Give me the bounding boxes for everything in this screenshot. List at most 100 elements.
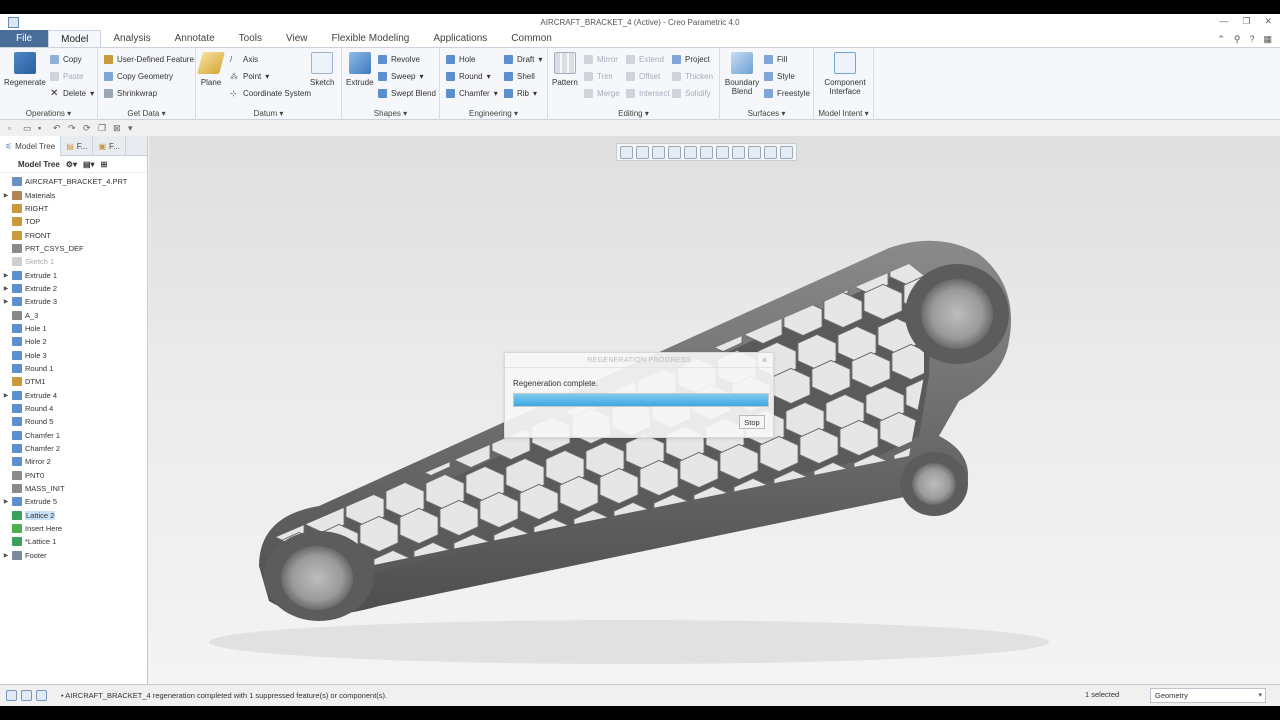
expand-arrow-icon[interactable]: ▶ (0, 192, 12, 199)
rib-button[interactable]: Rib ▾ (504, 89, 537, 98)
selection-filter-select[interactable]: Geometry ▾ (1150, 688, 1266, 703)
tab-view[interactable]: View (274, 30, 320, 47)
axis-button[interactable]: / Axis (230, 55, 258, 64)
operations-group-label[interactable]: Operations ▾ (0, 109, 97, 118)
tab-favorites[interactable]: ▣ F... (93, 136, 126, 156)
tree-item[interactable]: *Lattice 1 (0, 535, 147, 548)
redo-icon[interactable]: ↷ (68, 123, 78, 133)
new-file-icon[interactable]: ▫ (8, 123, 18, 133)
tree-item[interactable]: ▶ Extrude 4 (0, 389, 147, 402)
expand-arrow-icon[interactable]: ▶ (0, 552, 12, 559)
tab-file[interactable]: File (0, 30, 49, 47)
tree-item[interactable]: ▶ Extrude 1 (0, 268, 147, 281)
tree-item[interactable]: Insert Here (0, 522, 147, 535)
boundary-blend-button[interactable]: Boundary Blend (724, 52, 760, 96)
offset-button[interactable]: Offset (626, 72, 660, 81)
creo-app-icon[interactable] (8, 17, 19, 28)
tree-item[interactable]: ▶ Materials (0, 188, 147, 201)
grid-icon[interactable]: ▦ (1263, 34, 1272, 45)
tree-item[interactable]: MASS_INIT (0, 482, 147, 495)
model-intent-group-label[interactable]: Model Intent ▾ (814, 109, 873, 118)
tree-item[interactable]: TOP (0, 215, 147, 228)
delete-button[interactable]: ✕ Delete ▾ (50, 89, 94, 99)
tree-item[interactable]: Round 1 (0, 362, 147, 375)
copy-button[interactable]: Copy (50, 55, 82, 64)
undo-icon[interactable]: ↶ (53, 123, 63, 133)
tree-item[interactable]: Chamfer 1 (0, 429, 147, 442)
get-data-group-label[interactable]: Get Data ▾ (98, 109, 195, 118)
extrude-button[interactable]: Extrude (346, 52, 374, 87)
sketch-button[interactable]: Sketch (310, 52, 334, 87)
revolve-button[interactable]: Revolve (378, 55, 420, 64)
tab-flexible-modeling[interactable]: Flexible Modeling (320, 30, 422, 47)
plane-button[interactable]: Plane (197, 52, 225, 87)
tree-item[interactable]: ▶ Extrude 2 (0, 282, 147, 295)
tree-item[interactable]: Round 4 (0, 402, 147, 415)
graphics-area[interactable]: REGENERATION PROGRESS × Regeneration com… (149, 136, 1280, 684)
customize-qat-icon[interactable]: ▾ (128, 123, 138, 133)
tree-settings-icon[interactable]: ▤▾ (83, 160, 95, 169)
regenerate-small-icon[interactable]: ⟳ (83, 123, 93, 133)
round-button[interactable]: Round ▾ (446, 72, 491, 81)
tree-item[interactable]: Hole 2 (0, 335, 147, 348)
surfaces-group-label[interactable]: Surfaces ▾ (720, 109, 813, 118)
coordinate-system-button[interactable]: ⊹ Coordinate System (230, 89, 311, 98)
tree-item[interactable]: Hole 3 (0, 348, 147, 361)
shell-button[interactable]: Shell (504, 72, 535, 81)
collapse-ribbon-icon[interactable]: ⌃ (1217, 34, 1225, 45)
tree-item[interactable]: Chamfer 2 (0, 442, 147, 455)
engineering-group-label[interactable]: Engineering ▾ (440, 109, 547, 118)
shrinkwrap-button[interactable]: Shrinkwrap (104, 89, 157, 98)
tree-item[interactable]: FRONT (0, 228, 147, 241)
close-icon[interactable]: ✕ (1264, 16, 1272, 27)
trim-button[interactable]: Trim (584, 72, 613, 81)
fill-button[interactable]: Fill (764, 55, 787, 64)
help-icon[interactable]: ? (1249, 34, 1254, 45)
pattern-button[interactable]: Pattern (552, 52, 578, 87)
tab-annotate[interactable]: Annotate (163, 30, 227, 47)
tab-analysis[interactable]: Analysis (101, 30, 162, 47)
expand-arrow-icon[interactable]: ▶ (0, 298, 12, 305)
tree-item[interactable]: Round 5 (0, 415, 147, 428)
draft-button[interactable]: Draft ▾ (504, 55, 542, 64)
merge-button[interactable]: Merge (584, 89, 620, 98)
component-interface-button[interactable]: Component Interface (820, 52, 870, 96)
regenerate-button[interactable]: Regenerate (4, 52, 46, 87)
shapes-group-label[interactable]: Shapes ▾ (342, 109, 439, 118)
user-defined-feature-button[interactable]: User-Defined Feature (104, 55, 194, 64)
mirror-button[interactable]: Mirror (584, 55, 618, 64)
selection-count[interactable]: 1 selected (1085, 690, 1119, 699)
close-window-icon[interactable]: ⊠ (113, 123, 123, 133)
tree-item[interactable]: RIGHT (0, 202, 147, 215)
tree-item[interactable]: PNT0 (0, 469, 147, 482)
tab-model-tree[interactable]: ⚟ Model Tree (0, 136, 62, 156)
chamfer-button[interactable]: Chamfer ▾ (446, 89, 498, 98)
tree-item[interactable]: DTM1 (0, 375, 147, 388)
tree-item[interactable]: ▶ Extrude 3 (0, 295, 147, 308)
style-button[interactable]: Style (764, 72, 795, 81)
tree-item[interactable]: ▶ Extrude 5 (0, 495, 147, 508)
editing-group-label[interactable]: Editing ▾ (548, 109, 719, 118)
tab-common[interactable]: Common (499, 30, 564, 47)
tab-applications[interactable]: Applications (421, 30, 499, 47)
swept-blend-button[interactable]: Swept Blend (378, 89, 436, 98)
tab-model[interactable]: Model (48, 30, 102, 47)
tree-item[interactable]: Hole 1 (0, 322, 147, 335)
intersect-button[interactable]: Intersect (626, 89, 670, 98)
tree-filter-icon[interactable]: ⚙▾ (66, 160, 77, 169)
paste-button[interactable]: Paste (50, 72, 83, 81)
search-icon[interactable]: ⚲ (1234, 34, 1241, 45)
show-browser-icon[interactable] (21, 690, 32, 701)
tree-item[interactable]: Sketch 1 (0, 255, 147, 268)
dialog-close-icon[interactable]: × (762, 355, 767, 365)
expand-arrow-icon[interactable]: ▶ (0, 392, 12, 399)
tree-item[interactable]: ▶ Footer (0, 549, 147, 562)
expand-arrow-icon[interactable]: ▶ (0, 498, 12, 505)
sweep-button[interactable]: Sweep ▾ (378, 72, 423, 81)
show-navigator-icon[interactable] (6, 690, 17, 701)
freestyle-button[interactable]: Freestyle (764, 89, 810, 98)
point-button[interactable]: ⁂ Point ▾ (230, 72, 269, 81)
thicken-button[interactable]: Thicken (672, 72, 713, 81)
tab-tools[interactable]: Tools (227, 30, 274, 47)
windows-icon[interactable]: ❐ (98, 123, 108, 133)
